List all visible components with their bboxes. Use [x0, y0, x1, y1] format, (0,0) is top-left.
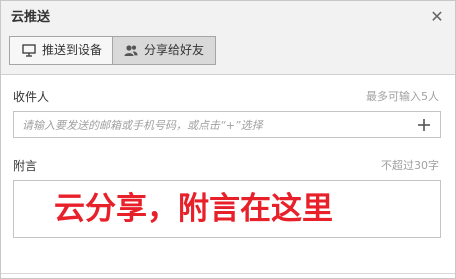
note-limit-hint: 不超过30字 [381, 159, 439, 172]
tab-share-to-friend[interactable]: 分享给好友 [113, 36, 216, 65]
tab-push-to-device[interactable]: 推送到设备 [9, 36, 113, 65]
recipient-limit-hint: 最多可输入5人 [366, 90, 439, 103]
tab-share-to-friend-label: 分享给好友 [144, 43, 205, 57]
plus-icon[interactable] [414, 115, 434, 135]
close-icon[interactable]: ✕ [428, 8, 446, 26]
dialog-titlebar: 云推送 ✕ [1, 1, 455, 35]
tab-push-to-device-label: 推送到设备 [42, 43, 103, 57]
tab-bar: 推送到设备 分享给好友 [1, 35, 455, 75]
monitor-icon [22, 44, 36, 57]
recipient-label: 收件人 [13, 90, 50, 104]
recipient-input[interactable] [22, 116, 402, 134]
note-text: 云分享，附言在这里 [54, 191, 333, 227]
users-icon [124, 45, 138, 56]
footer-divider [1, 273, 455, 274]
note-textarea[interactable]: 云分享，附言在这里 [13, 180, 441, 238]
cloud-push-dialog: 云推送 ✕ 推送到设备 分享给好友 收件人 最多可输入5人 请输入要发送的邮箱或… [0, 0, 456, 279]
recipient-field[interactable] [13, 111, 441, 138]
dialog-title: 云推送 [11, 10, 51, 25]
note-label: 附言 [13, 159, 38, 173]
